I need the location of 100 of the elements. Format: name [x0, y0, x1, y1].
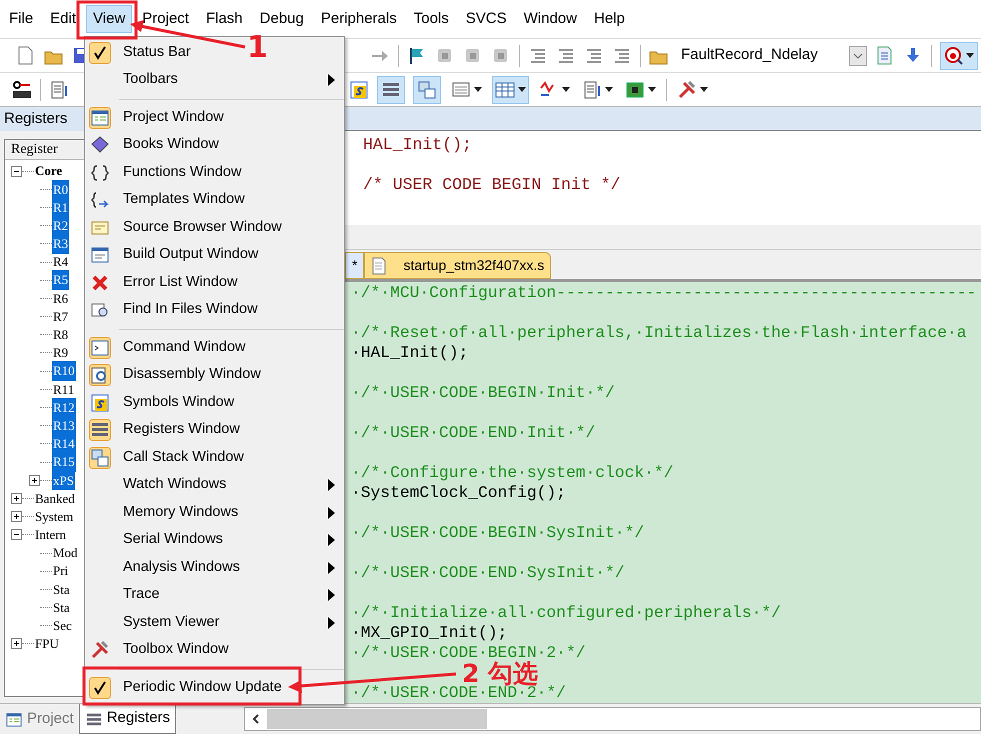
- menu-item[interactable]: Watch Windows: [123, 474, 226, 496]
- tree-item[interactable]: R6: [52, 288, 70, 308]
- panel-tab[interactable]: Project: [0, 704, 79, 734]
- code-line: ·SystemClock_Config();: [351, 483, 566, 503]
- list-icon: [84, 710, 103, 726]
- menu-item[interactable]: Toolbars: [123, 69, 178, 92]
- menu-item[interactable]: Toolbox Window: [123, 639, 229, 662]
- menu-item[interactable]: Memory Windows: [123, 502, 238, 524]
- tree-item[interactable]: R7: [52, 306, 70, 326]
- menu-item[interactable]: Project Window: [123, 106, 224, 129]
- expand-icon[interactable]: [11, 638, 22, 650]
- menu-item[interactable]: Templates Window: [123, 189, 245, 212]
- tree-item[interactable]: R9: [52, 343, 70, 363]
- tree-item[interactable]: R14: [52, 434, 76, 454]
- tree-item[interactable]: R11: [52, 380, 76, 400]
- menu-item[interactable]: Symbols Window: [123, 392, 234, 414]
- menu-item[interactable]: Flash: [198, 5, 250, 33]
- menu-item[interactable]: Source Browser Window: [123, 216, 282, 239]
- menu-item[interactable]: Debug: [252, 5, 311, 33]
- menu-item[interactable]: Command Window: [123, 336, 246, 359]
- menu-item[interactable]: Analysis Windows: [123, 556, 240, 579]
- menu-item[interactable]: File: [2, 5, 40, 33]
- highlight-frame: [76, 0, 138, 40]
- menu-item[interactable]: Build Output Window: [123, 244, 258, 266]
- tree-item[interactable]: R1: [52, 198, 70, 218]
- tree-item[interactable]: Mod: [52, 543, 79, 563]
- tree-item[interactable]: Sta: [52, 580, 71, 600]
- collapse-icon[interactable]: [11, 529, 22, 540]
- editor-tab[interactable]: startup_stm32f407xx.s: [364, 252, 552, 279]
- tree-item[interactable]: Sta: [52, 598, 71, 618]
- menu-item[interactable]: Edit: [43, 5, 84, 33]
- tree-item[interactable]: R4: [52, 252, 70, 272]
- tree-item[interactable]: R2: [52, 216, 70, 236]
- menu-item[interactable]: Tools: [406, 5, 456, 33]
- reset-icon[interactable]: [12, 80, 32, 100]
- tree-item[interactable]: R8: [52, 325, 70, 345]
- file-icon: [371, 256, 388, 274]
- menu-item[interactable]: System Viewer: [123, 612, 220, 634]
- tree-item[interactable]: xPS: [52, 470, 75, 490]
- panel-tab[interactable]: Registers: [78, 704, 176, 734]
- editor-tab[interactable]: *: [345, 252, 364, 279]
- tree-item[interactable]: R12: [52, 398, 76, 418]
- tree-item[interactable]: R15: [52, 452, 76, 472]
- menu-item[interactable]: Periodic Window Update: [123, 676, 282, 699]
- caret-icon: [700, 86, 708, 92]
- caret-icon: [518, 86, 526, 92]
- watch-window-button[interactable]: [492, 76, 529, 104]
- tree-item[interactable]: R0: [52, 180, 70, 200]
- menu-item[interactable]: Functions Window: [123, 162, 242, 184]
- submenu-arrow-icon: [328, 562, 336, 574]
- debug-button[interactable]: [940, 42, 978, 70]
- registers-toolbar-button[interactable]: [377, 76, 405, 104]
- list-icon[interactable]: [49, 80, 69, 100]
- expand-icon[interactable]: [11, 492, 22, 504]
- code-line: ·HAL_Init();: [351, 343, 468, 363]
- code-line: ·/*·Initialize·all·configured·peripherals·*/: [351, 603, 781, 623]
- caret-icon: [562, 86, 570, 92]
- menu-item[interactable]: Window: [516, 5, 584, 33]
- tree-item[interactable]: Sec: [52, 616, 73, 636]
- menu-item[interactable]: Status Bar: [123, 42, 191, 64]
- tree-item[interactable]: Core: [34, 161, 64, 181]
- tree-item[interactable]: Intern: [34, 525, 68, 545]
- tree-item[interactable]: R5: [52, 270, 70, 290]
- annotation-label: 1: [247, 31, 268, 65]
- menu-item[interactable]: Call Stack Window: [123, 446, 244, 469]
- menu-item[interactable]: Serial Windows: [123, 529, 223, 552]
- menu-item[interactable]: Registers Window: [123, 419, 240, 442]
- menu-item[interactable]: View: [86, 5, 132, 33]
- submenu-arrow-icon: [328, 479, 336, 492]
- code-line: ·/*·Reset·of·all·peripherals,·Initializes·the·Flash·interface·a: [351, 323, 967, 343]
- memory-icon: [451, 80, 471, 100]
- tree-item[interactable]: FPU: [34, 634, 60, 654]
- submenu-arrow-icon: [328, 616, 336, 629]
- expand-icon[interactable]: [11, 511, 22, 522]
- menu-item[interactable]: SVCS: [458, 5, 514, 33]
- call-stack-toolbar-button[interactable]: [413, 76, 441, 104]
- menu-item[interactable]: Error List Window: [123, 272, 238, 294]
- menu-item[interactable]: Peripherals: [314, 5, 404, 33]
- collapse-icon[interactable]: [11, 166, 22, 177]
- magnifier-icon: [944, 46, 964, 66]
- code-line: ·/*·USER·CODE·BEGIN·SysInit·*/: [351, 523, 644, 543]
- horizontal-scrollbar[interactable]: [244, 707, 981, 731]
- tree-item[interactable]: R13: [52, 416, 76, 436]
- menu-item[interactable]: Find In Files Window: [123, 299, 258, 322]
- submenu-arrow-icon: [328, 534, 336, 546]
- menu-item[interactable]: Trace: [123, 584, 160, 606]
- tree-item[interactable]: Banked: [34, 488, 76, 508]
- tree-item[interactable]: R10: [52, 361, 76, 381]
- menu-item[interactable]: Project: [135, 5, 196, 33]
- menu-item[interactable]: Disassembly Window: [123, 364, 261, 386]
- expand-icon[interactable]: [29, 474, 40, 486]
- target-select[interactable]: FaultRecord_Ndelay: [677, 42, 867, 68]
- menu-item[interactable]: Help: [586, 5, 632, 33]
- code-line: HAL_Init();: [363, 135, 473, 155]
- tree-item[interactable]: System: [34, 506, 74, 526]
- scrollbar-thumb[interactable]: [267, 709, 488, 729]
- tree-item[interactable]: Pri: [52, 561, 70, 581]
- symbols-icon[interactable]: [349, 80, 369, 100]
- tree-item[interactable]: R3: [52, 234, 70, 254]
- code-line: ·/*·USER·CODE·BEGIN·2·*/: [351, 643, 586, 662]
